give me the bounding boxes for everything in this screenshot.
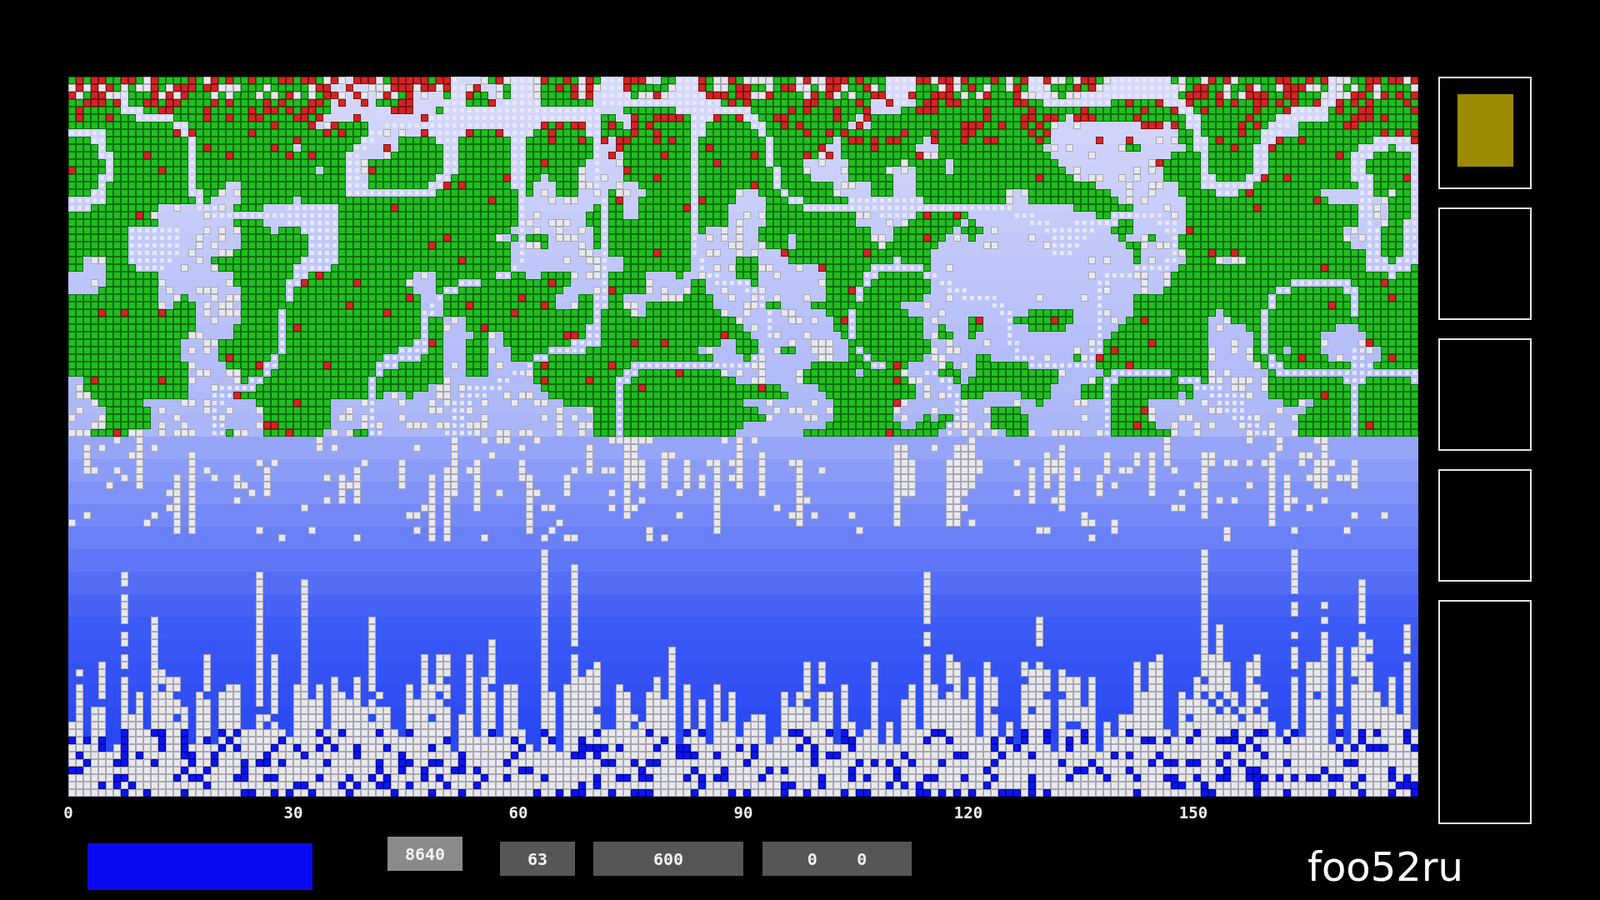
axis-tick: 120 [954,803,983,822]
axis-tick: 150 [1179,803,1208,822]
counter: 8640 [387,836,463,871]
axis-tick: 60 [509,803,529,822]
status-bar: 86406360000foo52ru [68,836,1600,892]
axis-tick: 30 [284,803,304,822]
side-panel[interactable] [1438,469,1532,582]
counter-value: 8640 [405,844,445,865]
side-panels [1438,76,1532,825]
side-panel[interactable] [1438,338,1532,451]
counter: 63 [500,841,575,876]
world-canvas[interactable] [68,76,1419,797]
simulation-screen: 030609012015086406360000foo52ru [0,0,1600,900]
main-row: 0306090120150 [68,76,1600,825]
counter: 00 [762,841,912,876]
counter-value: 0 [856,849,867,870]
counter-value: 0 [807,849,818,870]
counter-value: 600 [653,849,684,870]
logo: foo52ru [1307,841,1464,892]
side-panel[interactable] [1438,76,1532,190]
side-panel[interactable] [1438,600,1532,825]
color-swatch [1457,94,1514,167]
axis-tick: 90 [734,803,754,822]
mode-indicator[interactable] [87,843,313,890]
counter: 600 [593,841,744,876]
axis-tick: 0 [63,803,73,822]
x-axis: 0306090120150 [68,796,1419,825]
side-panel[interactable] [1438,207,1532,320]
world-panel: 0306090120150 [68,76,1419,825]
counter-value: 63 [527,849,548,870]
